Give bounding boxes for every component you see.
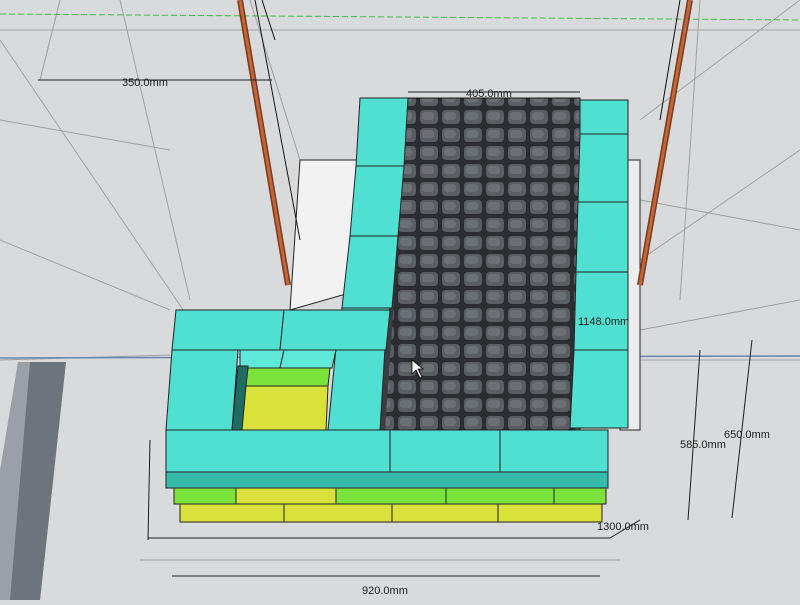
dimension-right-c: 1300.0mm <box>597 521 649 533</box>
inner-pocket <box>231 365 331 431</box>
dimension-right-a: 585.0mm <box>680 439 726 451</box>
paver-field <box>379 97 581 431</box>
dimension-right-mid: 1148.0mm <box>578 316 629 328</box>
front-green-row <box>173 487 607 505</box>
front-yellow-row <box>179 503 603 523</box>
dimension-top-right: 405.0mm <box>466 88 512 100</box>
dimension-bottom: 920.0mm <box>362 585 408 597</box>
scene-canvas[interactable]: 350.0mm 405.0mm 1148.0mm 585.0mm 650.0mm… <box>0 0 800 600</box>
dimension-right-b: 650.0mm <box>724 429 770 441</box>
front-cyan-row <box>165 429 609 489</box>
axis-green <box>0 13 800 21</box>
dimension-top-left: 350.0mm <box>122 77 168 89</box>
model-viewport[interactable]: 350.0mm 405.0mm 1148.0mm 585.0mm 650.0mm… <box>0 0 800 600</box>
